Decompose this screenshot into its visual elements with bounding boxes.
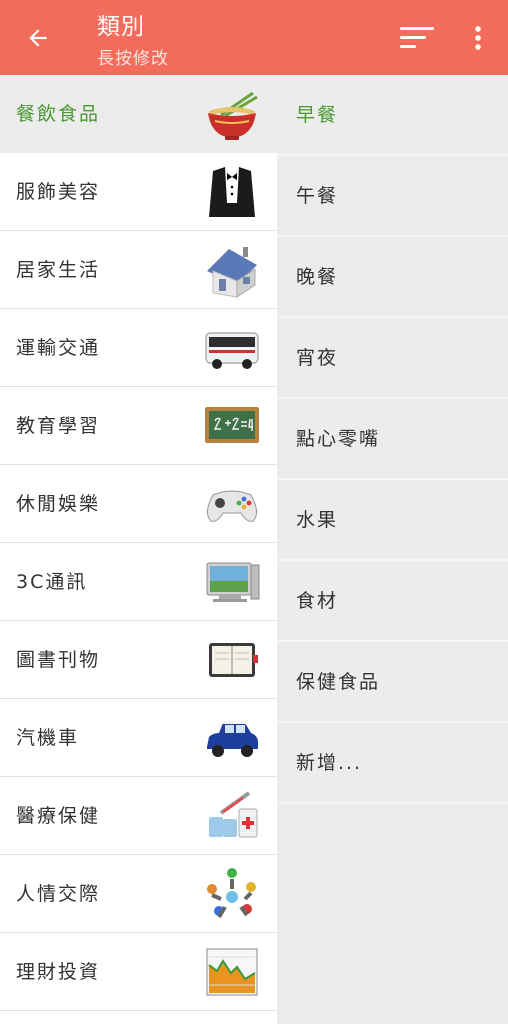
category-label: 圖書刊物 — [16, 649, 101, 671]
bus-icon — [205, 332, 259, 369]
category-label: 人情交際 — [16, 883, 101, 905]
subcategory-label: 晚餐 — [296, 266, 339, 288]
gamepad-icon — [207, 490, 257, 522]
subcategory-item[interactable]: 午餐 — [277, 156, 508, 237]
subcategory-label: 水果 — [296, 509, 339, 531]
subcategory-item[interactable]: 早餐 — [277, 75, 508, 156]
chalkboard-icon — [205, 407, 259, 443]
back-button[interactable] — [22, 22, 54, 54]
category-label: 汽機車 — [16, 727, 80, 749]
subcategory-label: 食材 — [296, 590, 339, 612]
app-bar: 類別 長按修改 — [0, 0, 508, 75]
arrow-left-icon — [29, 29, 47, 47]
category-item[interactable]: 服飾美容 — [0, 153, 277, 231]
subcategory-label: 午餐 — [296, 185, 339, 207]
page-subtitle: 長按修改 — [97, 49, 169, 69]
category-item[interactable]: 休閒娛樂 — [0, 465, 277, 543]
sort-button[interactable] — [398, 24, 436, 52]
category-item[interactable]: 汽機車 — [0, 699, 277, 777]
category-item[interactable]: 人情交際 — [0, 855, 277, 933]
page-title: 類別 — [97, 14, 145, 40]
category-label: 理財投資 — [16, 961, 101, 983]
category-item[interactable]: 教育學習 — [0, 387, 277, 465]
people-circle-icon — [207, 868, 256, 919]
category-item[interactable]: 餐飲食品 — [0, 75, 277, 153]
category-label: 教育學習 — [16, 415, 101, 437]
medicine-icon — [209, 791, 258, 838]
category-label: 醫療保健 — [16, 805, 101, 827]
car-icon — [207, 721, 258, 757]
subcategory-item[interactable]: 保健食品 — [277, 642, 508, 723]
notebook-icon — [209, 643, 258, 677]
category-label: 休閒娛樂 — [16, 493, 101, 515]
category-list[interactable]: 餐飲食品 服飾美容 居家生活 運輸交通 教育學習 休閒娛樂 3C通訊 圖書刊物 … — [0, 75, 277, 1024]
subcategory-label: 宵夜 — [296, 347, 339, 369]
category-item[interactable]: 運輸交通 — [0, 309, 277, 387]
more-options-button[interactable] — [468, 22, 488, 54]
computer-icon — [206, 562, 260, 602]
subcategory-label: 早餐 — [296, 104, 339, 126]
subcategory-item[interactable]: 宵夜 — [277, 318, 508, 399]
subcategory-label: 保健食品 — [296, 671, 381, 693]
subcategory-label: 點心零嘴 — [296, 428, 381, 450]
more-vert-icon — [475, 26, 481, 50]
stock-chart-icon — [206, 948, 258, 996]
add-subcategory-item[interactable]: 新增... — [277, 723, 508, 804]
add-subcategory-label: 新增... — [296, 752, 363, 774]
category-item[interactable]: 醫療保健 — [0, 777, 277, 855]
category-item[interactable]: 圖書刊物 — [0, 621, 277, 699]
category-item[interactable]: 3C通訊 — [0, 543, 277, 621]
category-label: 服飾美容 — [16, 181, 101, 203]
noodle-bowl-icon — [208, 91, 258, 140]
category-label: 居家生活 — [16, 259, 101, 281]
subcategory-item[interactable]: 晚餐 — [277, 237, 508, 318]
category-item[interactable]: 理財投資 — [0, 933, 277, 1011]
category-item[interactable]: 居家生活 — [0, 231, 277, 309]
sort-icon — [400, 27, 434, 48]
subcategory-item[interactable]: 水果 — [277, 480, 508, 561]
tuxedo-icon — [209, 167, 255, 217]
category-label: 運輸交通 — [16, 337, 101, 359]
subcategory-item[interactable]: 點心零嘴 — [277, 399, 508, 480]
category-label: 3C通訊 — [16, 571, 88, 593]
category-label: 餐飲食品 — [16, 103, 101, 125]
house-icon — [207, 247, 257, 298]
subcategory-list[interactable]: 早餐 午餐 晚餐 宵夜 點心零嘴 水果 食材 保健食品 新增... — [277, 75, 508, 1024]
subcategory-item[interactable]: 食材 — [277, 561, 508, 642]
